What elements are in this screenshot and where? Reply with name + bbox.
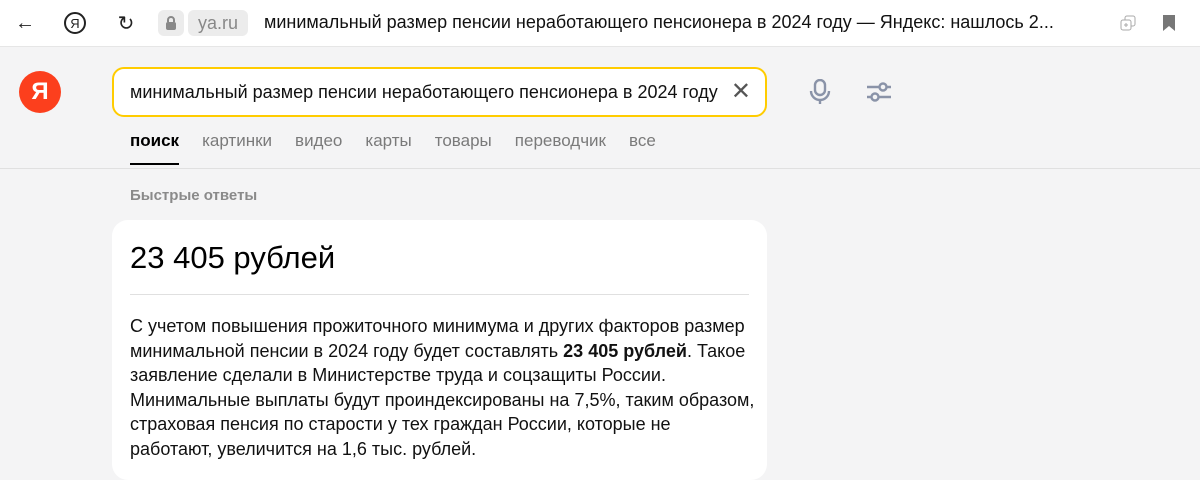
quick-answer-card: 23 405 рублей С учетом повышения прожито… <box>112 220 767 480</box>
bookmark-icon[interactable] <box>1156 10 1182 36</box>
tab-images[interactable]: картинки <box>202 131 272 165</box>
tab-maps[interactable]: карты <box>365 131 411 165</box>
tab-translator[interactable]: переводчик <box>515 131 606 165</box>
page-title[interactable]: минимальный размер пенсии неработающего … <box>264 12 1054 33</box>
back-icon[interactable]: ← <box>12 10 38 36</box>
search-box: ✕ <box>112 67 767 117</box>
answer-title: 23 405 рублей <box>130 240 336 275</box>
tab-products[interactable]: товары <box>435 131 492 165</box>
yandex-logo[interactable]: Я <box>19 71 61 113</box>
tab-search[interactable]: поиск <box>130 131 180 165</box>
tab-all[interactable]: все <box>629 131 656 165</box>
reload-icon[interactable]: ↻ <box>113 10 139 36</box>
answer-text: С учетом повышения прожиточного минимума… <box>130 314 755 462</box>
quick-answers-label: Быстрые ответы <box>130 187 258 204</box>
lock-icon[interactable] <box>158 10 184 36</box>
address-host[interactable]: ya.ru <box>188 10 249 36</box>
filters-icon[interactable] <box>866 79 892 105</box>
search-tabs: поиск картинки видео карты товары перево… <box>130 131 656 165</box>
search-input[interactable] <box>130 79 720 105</box>
answer-highlight: 23 405 рублей <box>563 340 687 361</box>
tab-video[interactable]: видео <box>295 131 342 165</box>
card-divider <box>130 294 749 295</box>
yandex-home-icon[interactable]: Я <box>62 10 88 36</box>
clear-icon[interactable]: ✕ <box>731 80 751 104</box>
browser-toolbar: ← Я ↻ ya.ru минимальный размер пенсии не… <box>0 0 1200 47</box>
add-tab-icon[interactable] <box>1115 10 1141 36</box>
divider <box>0 168 1200 169</box>
microphone-icon[interactable] <box>807 79 833 105</box>
